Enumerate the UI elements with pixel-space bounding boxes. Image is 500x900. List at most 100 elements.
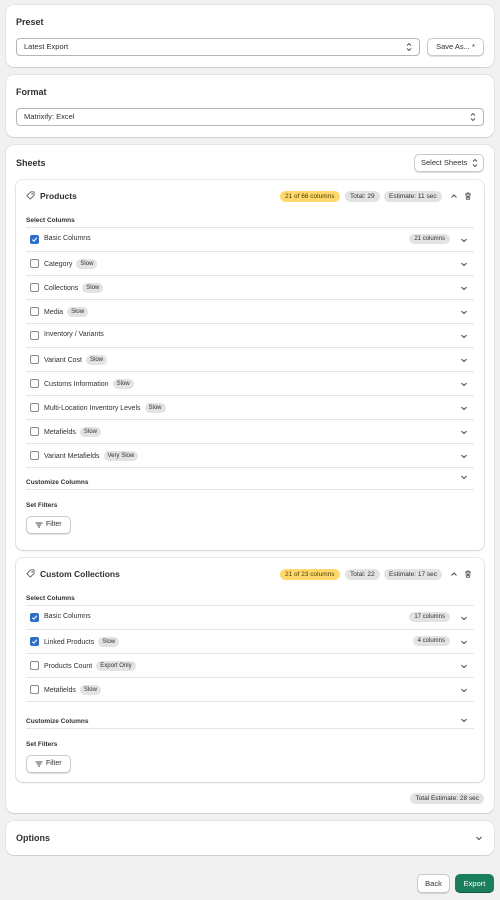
preset-selected-value: Latest Export	[24, 42, 69, 51]
column-group-row[interactable]: Customs Information Slow	[26, 371, 474, 395]
checkbox[interactable]	[30, 379, 39, 388]
total-estimate-badge: Total Estimate: 28 sec	[410, 793, 484, 804]
checkbox[interactable]	[30, 355, 39, 364]
speed-badge: Very Slow	[103, 451, 139, 461]
total-badge: Total: 29	[345, 191, 380, 202]
chevron-down-icon[interactable]	[460, 428, 468, 436]
divider	[26, 728, 474, 729]
filter-button[interactable]: Filter	[26, 516, 71, 534]
customize-columns-label: Customize Columns	[26, 718, 89, 725]
checkbox[interactable]	[30, 403, 39, 412]
chevron-down-icon[interactable]	[460, 662, 468, 670]
trash-icon[interactable]	[464, 192, 472, 200]
chevron-down-icon[interactable]	[460, 716, 468, 724]
column-group-label: Metafields Slow	[44, 685, 101, 695]
column-group-row[interactable]: Metafields Slow	[26, 677, 474, 701]
column-group-label: Variant Cost Slow	[44, 355, 108, 365]
column-group-row[interactable]: Products Count Export Only	[26, 653, 474, 677]
column-group-label: Products Count Export Only	[44, 661, 136, 671]
select-sheets-button[interactable]: Select Sheets	[414, 154, 484, 172]
chevron-down-icon[interactable]	[460, 452, 468, 460]
checkbox[interactable]	[30, 259, 39, 268]
chevron-down-icon[interactable]	[460, 404, 468, 412]
back-button[interactable]: Back	[417, 874, 450, 893]
total-badge: Total: 22	[345, 569, 380, 580]
checkbox[interactable]	[30, 637, 39, 646]
chevron-down-icon[interactable]	[460, 284, 468, 292]
columns-count-badge: 21 of 23 columns	[280, 569, 340, 580]
filter-icon	[35, 761, 43, 767]
checkbox[interactable]	[30, 685, 39, 694]
column-group-row[interactable]: Inventory / Variants	[26, 323, 474, 347]
columns-count-badge: 17 columns	[409, 612, 450, 622]
chevron-down-icon[interactable]	[460, 332, 468, 340]
chevron-down-icon[interactable]	[460, 308, 468, 316]
chevron-up-icon[interactable]	[450, 570, 458, 578]
speed-badge: Slow	[67, 307, 89, 317]
checkbox[interactable]	[30, 451, 39, 460]
column-group-row[interactable]: Multi-Location Inventory Levels Slow	[26, 395, 474, 419]
export-button[interactable]: Export	[455, 874, 494, 893]
custom-collections-sheet-title: Custom Collections	[40, 569, 120, 579]
chevron-down-icon[interactable]	[460, 236, 468, 244]
checkbox[interactable]	[30, 235, 39, 244]
chevron-down-icon[interactable]	[475, 834, 483, 842]
columns-count-badge: 21 columns	[409, 234, 450, 244]
column-group-row[interactable]: Variant Cost Slow	[26, 347, 474, 371]
column-group-label: Customs Information Slow	[44, 379, 134, 389]
column-group-label: Media Slow	[44, 307, 89, 317]
preset-card: Preset Latest Export Save As... *	[6, 5, 494, 67]
preset-title: Preset	[16, 17, 44, 27]
preset-select[interactable]: Latest Export	[16, 38, 420, 56]
options-card[interactable]: Options	[6, 821, 494, 855]
estimate-badge: Estimate: 11 sec	[384, 191, 442, 202]
column-group-row[interactable]: Category Slow	[26, 251, 474, 275]
column-group-row[interactable]: Variant Metafields Very Slow	[26, 443, 474, 467]
column-group-row[interactable]: Metafields Slow	[26, 419, 474, 443]
chevron-down-icon[interactable]	[460, 638, 468, 646]
select-sheets-label: Select Sheets	[421, 158, 468, 167]
checkbox[interactable]	[30, 427, 39, 436]
speed-badge: Slow	[76, 259, 98, 269]
speed-badge: Slow	[112, 379, 134, 389]
checkbox[interactable]	[30, 307, 39, 316]
speed-badge: Slow	[86, 355, 108, 365]
select-columns-label: Select Columns	[26, 595, 75, 602]
chevron-down-icon[interactable]	[460, 614, 468, 622]
column-group-label: Variant Metafields Very Slow	[44, 451, 139, 461]
checkbox[interactable]	[30, 283, 39, 292]
checkbox[interactable]	[30, 613, 39, 622]
trash-icon[interactable]	[464, 570, 472, 578]
column-group-row[interactable]: Basic Columns 17 columns	[26, 605, 474, 629]
chevron-down-icon[interactable]	[460, 380, 468, 388]
column-group-row[interactable]: Media Slow	[26, 299, 474, 323]
chevron-down-icon[interactable]	[460, 473, 468, 481]
column-group-row[interactable]: Linked Products Slow 4 columns	[26, 629, 474, 653]
filter-button[interactable]: Filter	[26, 755, 71, 773]
chevron-up-icon[interactable]	[450, 192, 458, 200]
chevron-down-icon[interactable]	[460, 686, 468, 694]
format-card: Format Matrixify: Excel	[6, 75, 494, 137]
checkbox[interactable]	[30, 331, 39, 340]
speed-badge: Slow	[144, 403, 166, 413]
select-arrows-icon	[406, 42, 412, 52]
checkbox[interactable]	[30, 661, 39, 670]
filter-label: Filter	[46, 760, 62, 767]
speed-badge: Slow	[79, 427, 101, 437]
filter-label: Filter	[46, 521, 62, 528]
column-group-row[interactable]: Collections Slow	[26, 275, 474, 299]
chevron-down-icon[interactable]	[460, 260, 468, 268]
speed-badge: Slow	[98, 637, 120, 647]
chevron-down-icon[interactable]	[460, 356, 468, 364]
column-group-row[interactable]: Basic Columns 21 columns	[26, 227, 474, 251]
products-sheet: Products 21 of 66 columns Total: 29 Esti…	[16, 180, 484, 550]
format-select[interactable]: Matrixify: Excel	[16, 108, 484, 126]
customize-columns-row[interactable]: Customize Columns	[26, 467, 474, 491]
products-sheet-title: Products	[40, 191, 77, 201]
select-arrows-icon	[470, 112, 476, 122]
customize-columns-row[interactable]: Customize Columns	[26, 701, 474, 725]
format-title: Format	[16, 87, 47, 97]
save-as-button[interactable]: Save As... *	[427, 38, 484, 56]
speed-badge: Export Only	[96, 661, 136, 671]
column-group-label: Linked Products Slow	[44, 637, 120, 647]
